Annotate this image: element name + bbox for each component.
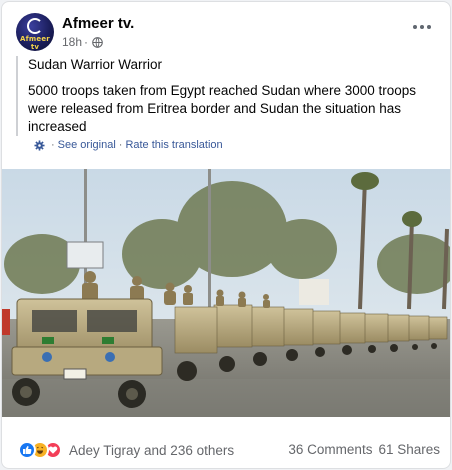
convoy-photo bbox=[2, 169, 450, 417]
page-name[interactable]: Afmeer tv. bbox=[62, 15, 134, 32]
post-photo[interactable] bbox=[2, 169, 450, 417]
link-separator-lead: · bbox=[51, 139, 55, 151]
post-footer: Adey Tigray and 236 others 36 Comments 6… bbox=[2, 432, 450, 462]
avatar-logo-mark bbox=[27, 18, 43, 34]
meta-separator: · bbox=[84, 35, 89, 49]
reactors-text[interactable]: Adey Tigray and 236 others bbox=[69, 443, 234, 458]
more-options-button[interactable] bbox=[408, 17, 436, 37]
see-original-link[interactable]: See original bbox=[58, 139, 116, 151]
globe-icon bbox=[92, 36, 103, 48]
post-body: Sudan Warrior Warrior 5000 troops taken … bbox=[16, 56, 430, 136]
post-header: Afmeer tv Afmeer tv. 18h · bbox=[16, 13, 440, 53]
avatar-logo-text: Afmeer tv bbox=[20, 35, 50, 51]
shares-count[interactable]: 61 Shares bbox=[378, 442, 440, 457]
like-icon bbox=[18, 441, 36, 459]
page-avatar[interactable]: Afmeer tv bbox=[16, 13, 54, 51]
translated-text: 5000 troops taken from Egypt reached Sud… bbox=[28, 83, 416, 134]
original-text: Sudan Warrior Warrior bbox=[28, 57, 163, 72]
translation-links: · See original · Rate this translation bbox=[34, 139, 223, 151]
comments-count[interactable]: 36 Comments bbox=[288, 442, 372, 457]
rate-translation-link[interactable]: Rate this translation bbox=[125, 139, 222, 151]
gear-icon bbox=[34, 139, 45, 151]
post-card: Afmeer tv Afmeer tv. 18h · Sudan Warrior… bbox=[1, 1, 451, 469]
post-meta: 18h · bbox=[62, 35, 103, 49]
engagement-counts: 36 Comments 61 Shares bbox=[288, 442, 440, 457]
post-timestamp[interactable]: 18h bbox=[62, 35, 82, 49]
reaction-summary[interactable]: Adey Tigray and 236 others bbox=[18, 441, 234, 459]
more-icon bbox=[412, 25, 433, 29]
link-separator: · bbox=[118, 139, 123, 151]
